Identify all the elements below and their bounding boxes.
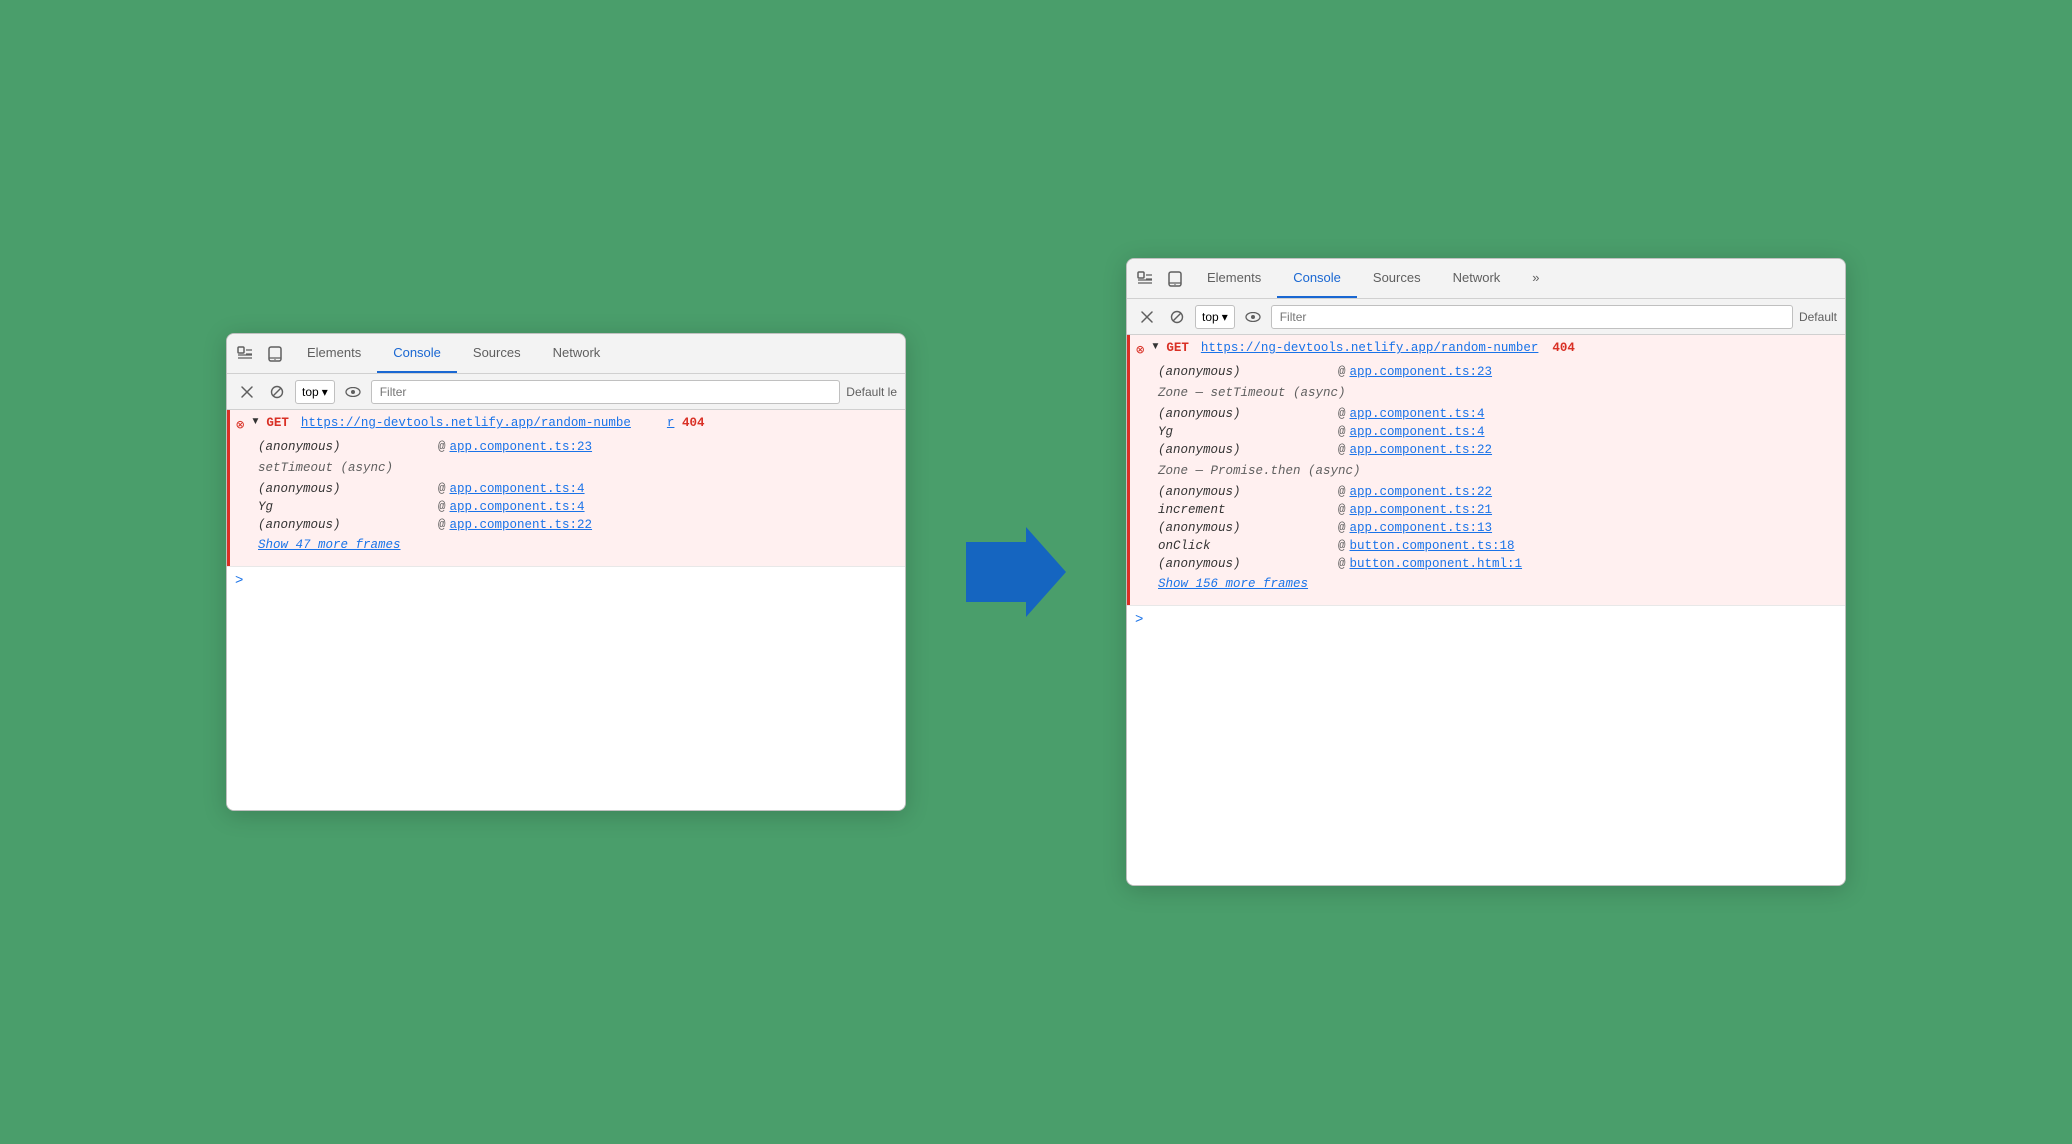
prompt-chevron-right: > [1135,612,1143,628]
right-tabs: Elements Console Sources Network » [1191,259,1841,298]
url-suffix-link-left[interactable]: r [667,416,675,430]
stack-frames-right: (anonymous) @ app.component.ts:23 Zone —… [1130,363,1845,605]
frame-3-right: (anonymous) @ app.component.ts:22 [1158,441,1837,459]
error-url-left[interactable]: https://ng-devtools.netlify.app/random-n… [301,416,631,430]
inspect-icon-btn[interactable] [231,340,259,368]
tab-console-left[interactable]: Console [377,334,457,373]
async-sep-2-right: Zone — Promise.then (async) [1158,459,1837,483]
clear-console-btn-right[interactable] [1135,305,1159,329]
filter-input-left[interactable] [371,380,841,404]
tab-console-right[interactable]: Console [1277,259,1357,298]
right-console-content: ⊗ ▼ GET https://ng-devtools.netlify.app/… [1127,335,1845,885]
error-header-right: ⊗ ▼ GET https://ng-devtools.netlify.app/… [1130,335,1845,363]
clear-console-btn-left[interactable] [235,380,259,404]
tab-more-right[interactable]: » [1516,259,1555,298]
tab-elements-left[interactable]: Elements [291,334,377,373]
arrow-container [966,527,1066,617]
tab-sources-right[interactable]: Sources [1357,259,1437,298]
frame-5-right: increment @ app.component.ts:21 [1158,501,1837,519]
error-code-right: 404 [1552,341,1575,355]
context-value-left: top [302,385,319,399]
device-icon-btn-right[interactable] [1161,265,1189,293]
frame-4-right: (anonymous) @ app.component.ts:22 [1158,483,1837,501]
left-console-content: ⊗ ▼ GET https://ng-devtools.netlify.app/… [227,410,905,810]
prompt-chevron-left: > [235,573,243,589]
async-sep-1-right: Zone — setTimeout (async) [1158,381,1837,405]
error-icon-right: ⊗ [1136,342,1144,359]
frame-1-right: (anonymous) @ app.component.ts:4 [1158,405,1837,423]
default-levels-left: Default le [846,385,897,399]
frame-0-left: (anonymous) @ app.component.ts:23 [258,438,897,456]
show-more-right[interactable]: Show 156 more frames [1158,573,1837,597]
url-suffix-left: r 404 [667,416,705,430]
get-method-right: GET [1166,341,1189,355]
no-icon-btn-left[interactable] [265,380,289,404]
error-code-left: 404 [682,416,705,430]
error-entry-left: ⊗ ▼ GET https://ng-devtools.netlify.app/… [227,410,905,566]
frame-8-right: (anonymous) @ button.component.html:1 [1158,555,1837,573]
right-console-toolbar: top ▾ Default [1127,299,1845,335]
frame-2-left: Yg @ app.component.ts:4 [258,498,897,516]
frame-6-right: (anonymous) @ app.component.ts:13 [1158,519,1837,537]
left-console-prompt: > [227,566,905,595]
error-url-right[interactable]: https://ng-devtools.netlify.app/random-n… [1201,341,1539,355]
context-value-right: top [1202,310,1219,324]
frame-2-right: Yg @ app.component.ts:4 [1158,423,1837,441]
error-entry-right: ⊗ ▼ GET https://ng-devtools.netlify.app/… [1127,335,1845,605]
dropdown-arrow-left: ▾ [322,385,328,399]
context-selector-right[interactable]: top ▾ [1195,305,1235,329]
left-console-toolbar: top ▾ Default le [227,374,905,410]
get-method-left: GET [266,416,289,430]
frame-3-left: (anonymous) @ app.component.ts:22 [258,516,897,534]
async-sep-0-left: setTimeout (async) [258,456,897,480]
expand-btn-left[interactable]: ▼ [248,416,262,427]
direction-arrow [966,527,1066,617]
left-devtools-panel: Elements Console Sources Network top ▾ [226,333,906,811]
frame-7-right: onClick @ button.component.ts:18 [1158,537,1837,555]
left-tab-bar: Elements Console Sources Network [227,334,905,374]
context-selector-left[interactable]: top ▾ [295,380,335,404]
eye-btn-left[interactable] [341,380,365,404]
default-levels-right: Default [1799,310,1837,324]
no-icon-btn-right[interactable] [1165,305,1189,329]
tab-network-left[interactable]: Network [537,334,617,373]
tab-sources-left[interactable]: Sources [457,334,537,373]
stack-frames-left: (anonymous) @ app.component.ts:23 setTim… [230,438,905,566]
filter-input-right[interactable] [1271,305,1793,329]
right-tab-bar: Elements Console Sources Network » [1127,259,1845,299]
tab-network-right[interactable]: Network [1437,259,1517,298]
error-icon-left: ⊗ [236,417,244,434]
show-more-left[interactable]: Show 47 more frames [258,534,897,558]
error-header-left: ⊗ ▼ GET https://ng-devtools.netlify.app/… [230,410,905,438]
frame-1-left: (anonymous) @ app.component.ts:4 [258,480,897,498]
expand-btn-right[interactable]: ▼ [1148,341,1162,352]
left-tabs: Elements Console Sources Network [291,334,901,373]
dropdown-arrow-right: ▾ [1222,310,1228,324]
right-devtools-panel: Elements Console Sources Network » top ▾ [1126,258,1846,886]
device-icon-btn[interactable] [261,340,289,368]
tab-elements-right[interactable]: Elements [1191,259,1277,298]
right-console-prompt: > [1127,605,1845,634]
eye-btn-right[interactable] [1241,305,1265,329]
inspect-icon-btn-right[interactable] [1131,265,1159,293]
frame-0-right: (anonymous) @ app.component.ts:23 [1158,363,1837,381]
